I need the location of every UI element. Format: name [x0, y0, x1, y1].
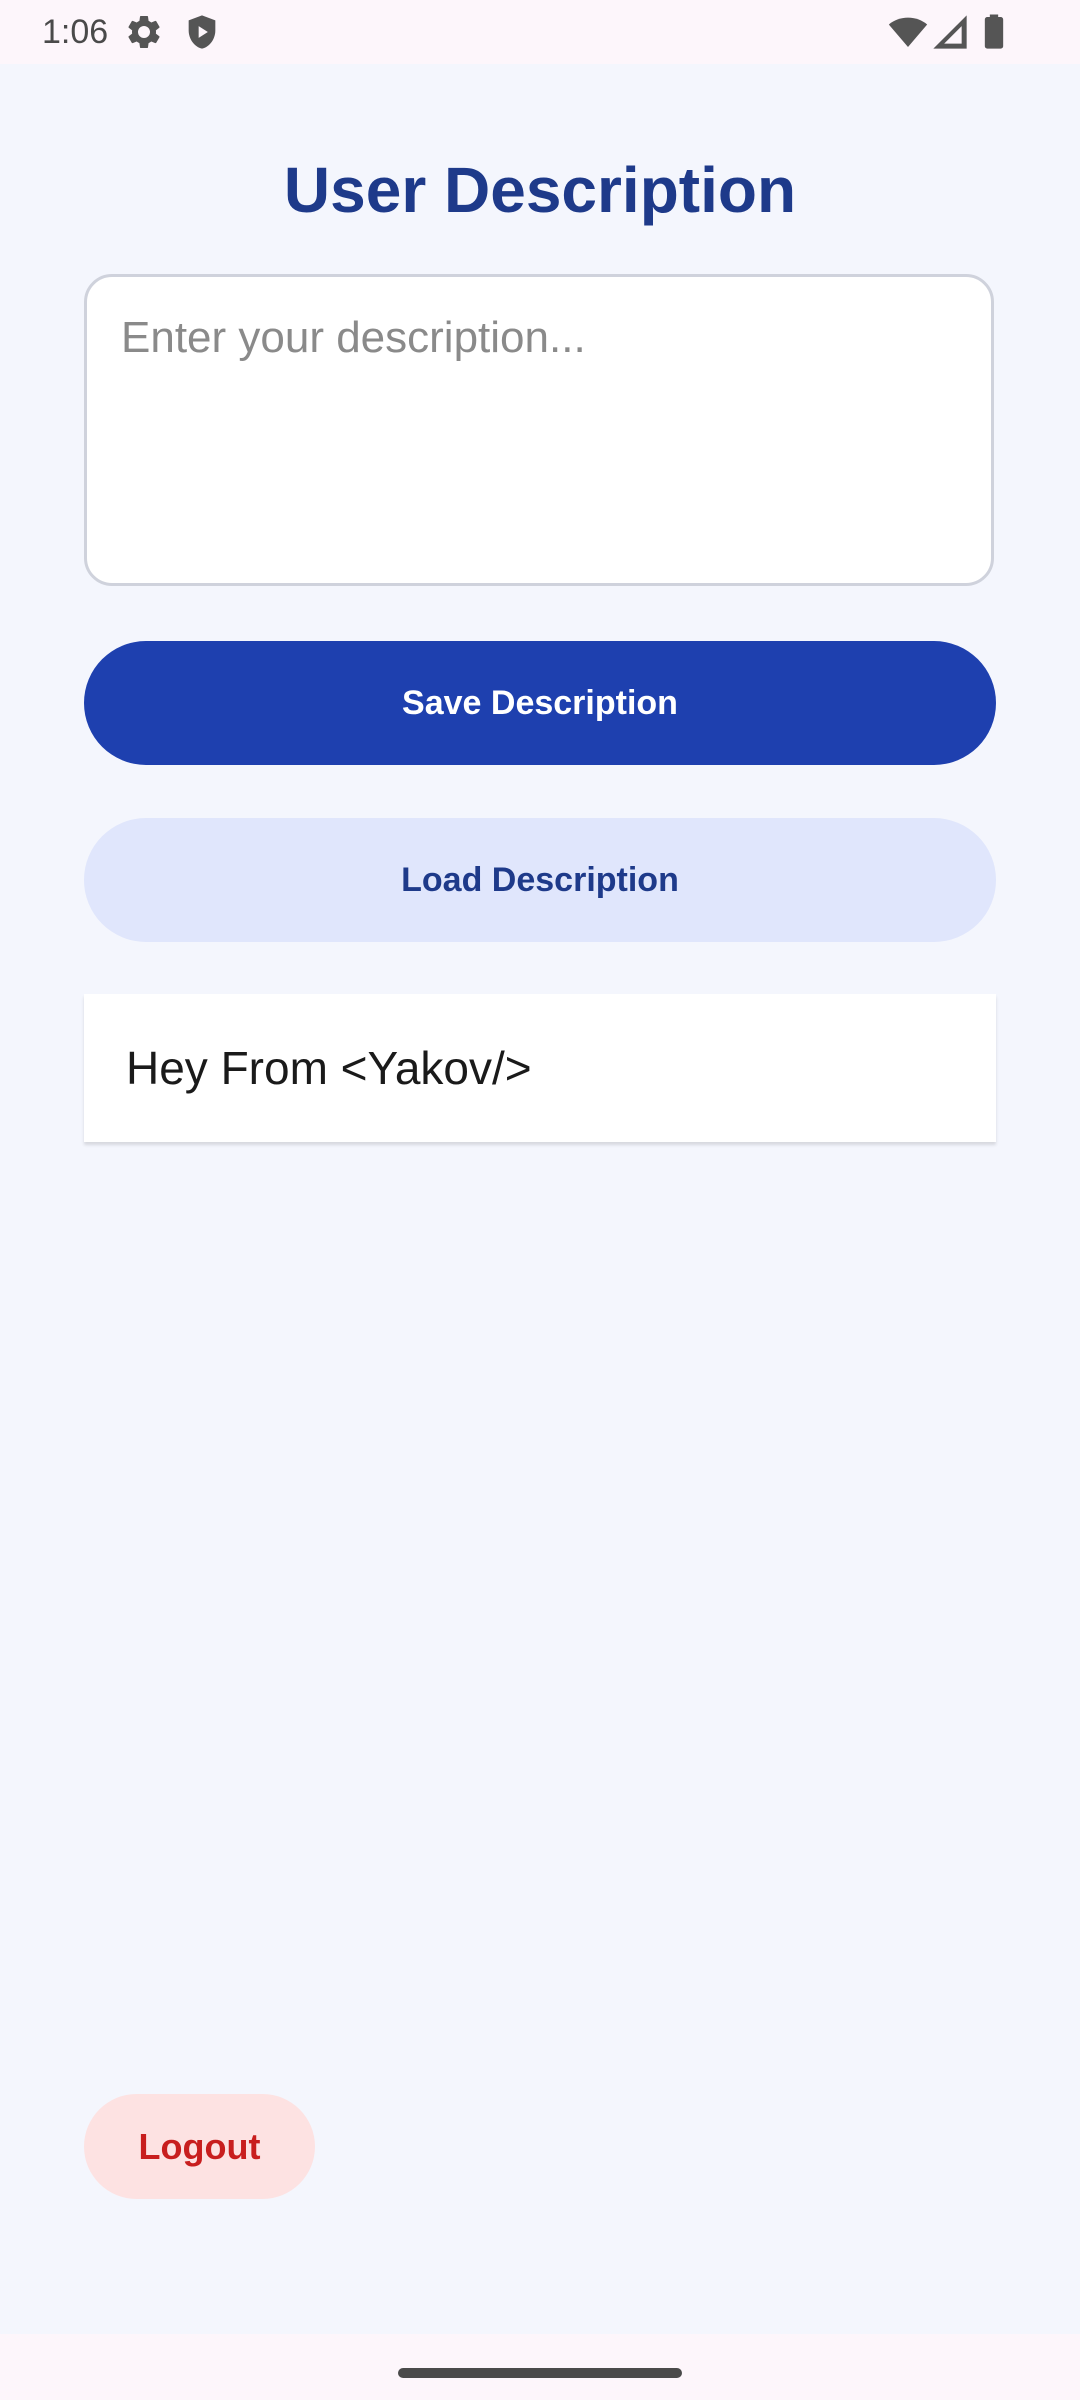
page-title: User Description — [283, 154, 797, 226]
status-time: 1:06 — [42, 13, 109, 51]
loaded-description-card: Hey From <Yakov/> — [84, 994, 996, 1142]
gear-icon — [124, 12, 164, 52]
navigation-bar — [0, 2334, 1080, 2400]
description-input[interactable] — [84, 274, 994, 586]
load-description-button[interactable]: Load Description — [84, 818, 996, 942]
home-gesture-handle[interactable] — [398, 2368, 682, 2378]
save-description-button[interactable]: Save Description — [84, 641, 996, 765]
shield-icon — [182, 12, 222, 52]
battery-icon — [974, 12, 1014, 52]
loaded-description-text: Hey From <Yakov/> — [126, 1042, 532, 1094]
wifi-icon — [888, 12, 928, 52]
status-bar: 1:06 — [0, 0, 1080, 64]
signal-icon — [930, 12, 970, 52]
logout-button[interactable]: Logout — [84, 2094, 315, 2199]
